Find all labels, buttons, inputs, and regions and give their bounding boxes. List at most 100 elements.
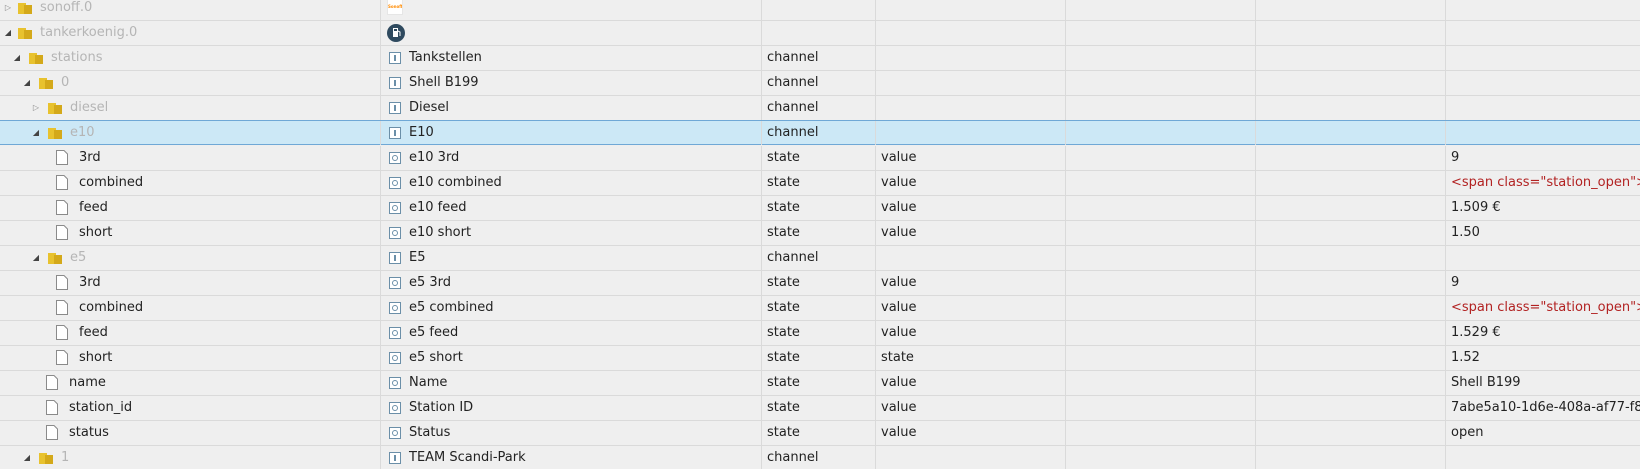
tree-row-e10-3rd[interactable]: 3rd e10 3rd state value 9 [0,146,1640,171]
folder-icon [48,126,62,140]
tree-row-station-0[interactable]: ◢ 0 Shell B199 channel [0,71,1640,96]
object-type: channel [762,246,876,270]
object-role: value [876,196,1066,220]
state-icon [389,377,401,389]
tree-row-e10-feed[interactable]: feed e10 feed state value 1.509 € [0,196,1640,221]
channel-icon [389,77,401,89]
file-icon [56,175,68,190]
tree-row-stations[interactable]: ◢ stations Tankstellen channel [0,46,1640,71]
object-name: TEAM Scandi-Park [409,450,526,465]
channel-icon [389,102,401,114]
object-id: e5 [70,250,87,265]
channel-icon [389,52,401,64]
collapse-arrow-icon[interactable]: ◢ [31,121,41,145]
object-type: state [762,171,876,195]
object-name: E5 [409,250,426,265]
tree-row-e5-feed[interactable]: feed e5 feed state value 1.529 € [0,321,1640,346]
object-value[interactable]: 1.52 [1446,346,1640,370]
object-role: value [876,296,1066,320]
tree-row-e5[interactable]: ◢ e5 E5 channel [0,246,1640,271]
object-id: sonoff.0 [40,0,93,15]
tree-row-e10-short[interactable]: short e10 short state value 1.50 [0,221,1640,246]
tree-row-e10-combined[interactable]: combined e10 combined state value <span … [0,171,1640,196]
object-id: 3rd [79,275,101,290]
state-icon [389,402,401,414]
folder-icon [29,51,43,65]
file-icon [56,150,68,165]
object-value[interactable]: 1.509 € [1446,196,1640,220]
expand-arrow-icon[interactable]: ▷ [3,0,13,20]
object-name: e10 combined [409,175,502,190]
tree-row-e5-3rd[interactable]: 3rd e5 3rd state value 9 [0,271,1640,296]
object-role: state [876,346,1066,370]
file-icon [46,425,58,440]
file-icon [56,350,68,365]
collapse-arrow-icon[interactable]: ◢ [12,46,22,70]
object-name: e10 feed [409,200,467,215]
state-icon [389,202,401,214]
file-icon [56,300,68,315]
object-id: diesel [70,100,109,115]
collapse-arrow-icon[interactable]: ◢ [3,21,13,45]
expand-arrow-icon[interactable]: ▷ [31,96,41,120]
object-role [876,121,1066,145]
object-type: state [762,196,876,220]
object-role: value [876,321,1066,345]
object-id: 3rd [79,150,101,165]
object-role: value [876,221,1066,245]
object-name: Shell B199 [409,75,479,90]
tree-row-station-id[interactable]: station_id Station ID state value 7abe5a… [0,396,1640,421]
tree-row-e5-short[interactable]: short e5 short state state 1.52 [0,346,1640,371]
tree-row-e5-combined[interactable]: combined e5 combined state value <span c… [0,296,1640,321]
object-id: stations [51,50,103,65]
object-id: short [79,350,113,365]
tree-row-e10[interactable]: ◢ e10 E10 channel [0,120,1640,145]
state-icon [389,427,401,439]
tree-row-name[interactable]: name Name state value Shell B199 [0,371,1640,396]
object-type: state [762,146,876,170]
tree-row-sonoff[interactable]: ▷ sonoff.0 Sonoff [0,0,1640,21]
folder-icon [39,451,53,465]
object-name: e5 combined [409,300,494,315]
object-value[interactable]: 1.50 [1446,221,1640,245]
object-type: channel [762,71,876,95]
channel-icon [389,127,401,139]
tree-row-tankerkoenig[interactable]: ◢ tankerkoenig.0 [0,21,1640,46]
object-type: state [762,396,876,420]
tree-row-diesel[interactable]: ▷ diesel Diesel channel [0,96,1640,121]
object-value [1446,446,1640,469]
object-id: name [69,375,106,390]
object-value[interactable]: open [1446,421,1640,445]
object-role [876,446,1066,469]
collapse-arrow-icon[interactable]: ◢ [22,446,32,469]
collapse-arrow-icon[interactable]: ◢ [22,71,32,95]
state-icon [389,327,401,339]
object-id: 0 [61,75,70,90]
object-value[interactable]: <span class="station_open">1.5 [1446,296,1640,320]
object-value[interactable]: <span class="station_open">1.5 [1446,171,1640,195]
object-value[interactable]: 1.529 € [1446,321,1640,345]
object-role [876,46,1066,70]
folder-icon [48,101,62,115]
object-value[interactable]: 7abe5a10-1d6e-408a-af77-f855 [1446,396,1640,420]
object-role [876,71,1066,95]
object-role: value [876,271,1066,295]
collapse-arrow-icon[interactable]: ◢ [31,246,41,270]
object-type: state [762,271,876,295]
object-id: short [79,225,113,240]
tree-row-station-1[interactable]: ◢ 1 TEAM Scandi-Park channel [0,446,1640,469]
file-icon [56,275,68,290]
sonoff-logo: Sonoff [387,0,403,15]
object-value[interactable]: 9 [1446,271,1640,295]
object-name: e10 short [409,225,472,240]
object-value[interactable]: Shell B199 [1446,371,1640,395]
folder-icon [18,26,32,40]
object-name: e10 3rd [409,150,460,165]
object-name: Status [409,425,451,440]
object-value[interactable]: 9 [1446,146,1640,170]
object-type: channel [762,446,876,469]
object-name: e5 3rd [409,275,452,290]
tree-row-status[interactable]: status Status state value open [0,421,1640,446]
state-icon [389,152,401,164]
state-icon [389,227,401,239]
